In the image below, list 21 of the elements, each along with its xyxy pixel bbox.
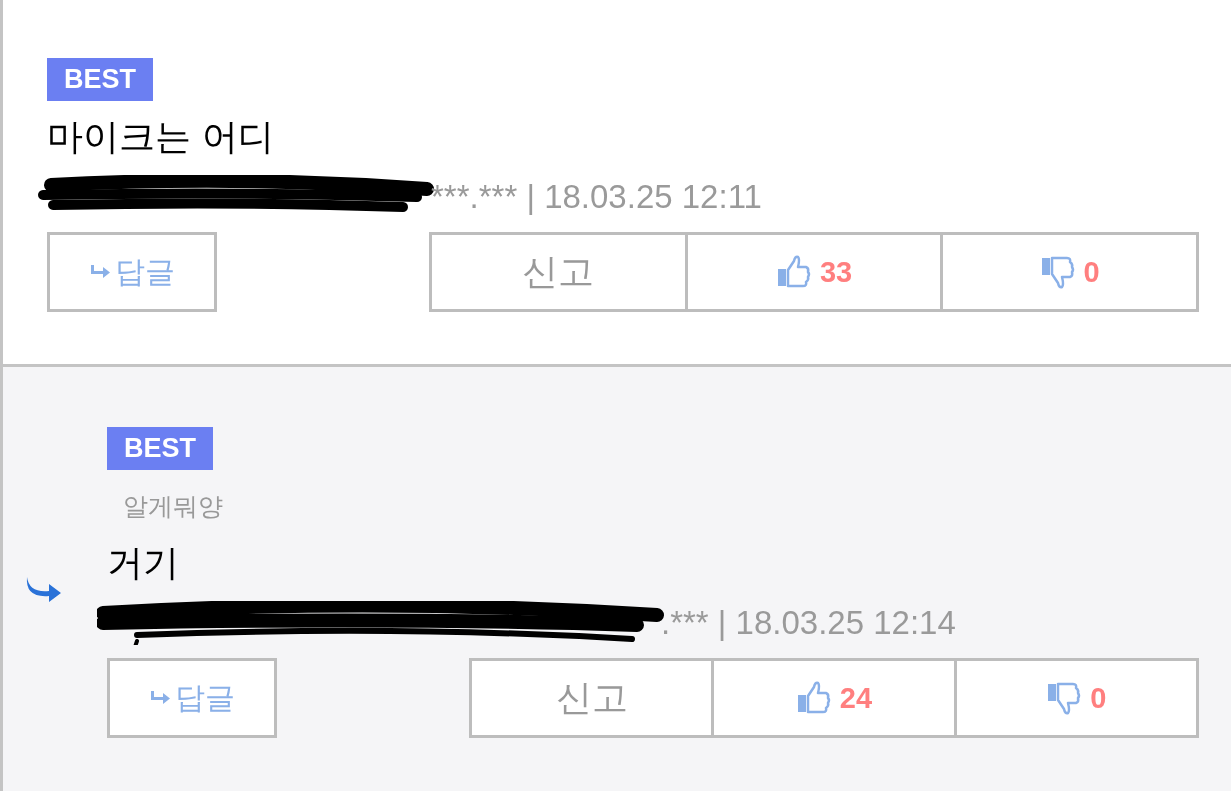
comment-meta: .*** | 18.03.25 12:14	[661, 604, 956, 642]
report-button[interactable]: 신고	[429, 232, 688, 312]
thumbs-down-icon	[1046, 680, 1083, 716]
report-button[interactable]: 신고	[469, 658, 715, 738]
comment-text: 마이크는 어디	[47, 115, 275, 159]
reply-button[interactable]: 답글	[47, 232, 217, 312]
best-badge: BEST	[107, 427, 213, 470]
reply-arrow-icon	[89, 264, 111, 280]
thumbs-down-icon	[1039, 254, 1076, 290]
comment-meta: ***.*** | 18.03.25 12:11	[431, 178, 762, 216]
dislike-button[interactable]: 0	[943, 232, 1199, 312]
reply-button[interactable]: 답글	[107, 658, 277, 738]
comment-text: 거기	[107, 541, 179, 585]
thumbs-up-icon	[775, 254, 812, 290]
thumbs-up-icon	[795, 680, 832, 716]
dislike-button[interactable]: 0	[956, 658, 1199, 738]
best-badge: BEST	[47, 58, 153, 101]
like-button[interactable]: 33	[687, 232, 944, 312]
author-name: 알게뭐양	[123, 491, 223, 523]
reply-arrow-icon	[149, 690, 171, 706]
like-button[interactable]: 24	[714, 658, 957, 738]
